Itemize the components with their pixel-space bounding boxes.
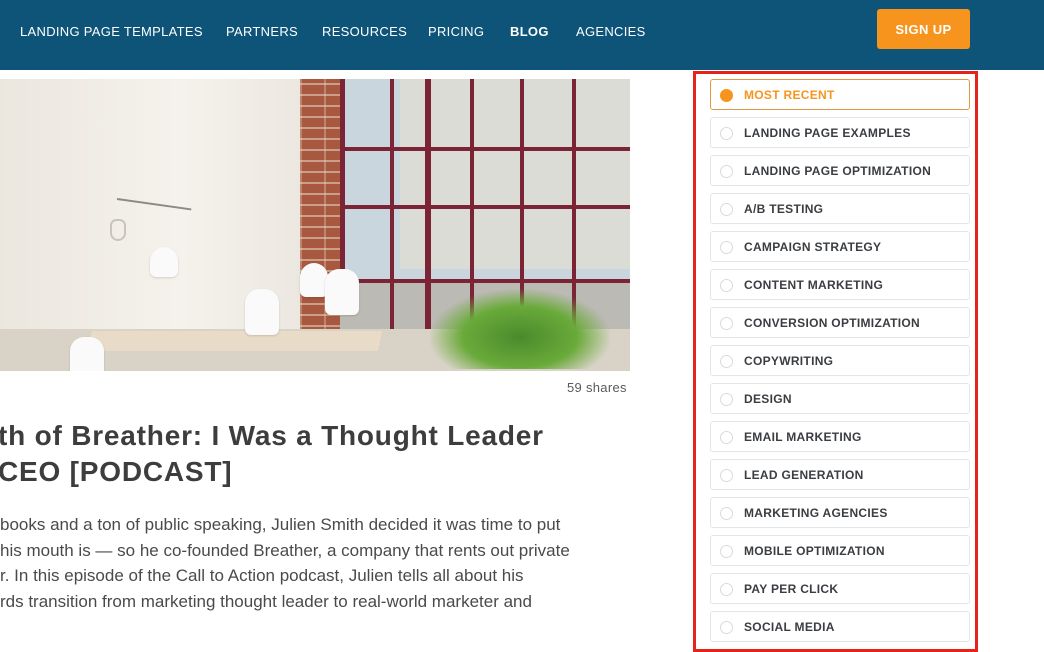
category-campaign-strategy[interactable]: CAMPAIGN STRATEGY [710, 231, 970, 262]
category-label: LEAD GENERATION [744, 468, 864, 482]
excerpt-line: books and a ton of public speaking, Juli… [0, 515, 561, 534]
category-label: A/B TESTING [744, 202, 824, 216]
excerpt-line: rds transition from marketing thought le… [0, 591, 532, 611]
radio-icon [720, 203, 733, 216]
radio-icon [720, 507, 733, 520]
category-most-recent[interactable]: MOST RECENT [710, 79, 970, 110]
category-label: SOCIAL MEDIA [744, 620, 835, 634]
radio-icon [720, 355, 733, 368]
category-design[interactable]: DESIGN [710, 383, 970, 414]
radio-icon [720, 279, 733, 292]
nav-item-agencies[interactable]: AGENCIES [576, 24, 646, 39]
radio-icon [720, 317, 733, 330]
excerpt-line: r. In this episode of the Call to Action… [0, 566, 524, 585]
category-label: MARKETING AGENCIES [744, 506, 888, 520]
article-title[interactable]: th of Breather: I Was a Thought Leader C… [0, 418, 648, 490]
sign-up-button[interactable]: SIGN UP [877, 9, 970, 49]
category-email-marketing[interactable]: EMAIL MARKETING [710, 421, 970, 452]
radio-icon [720, 621, 733, 634]
category-label: CONVERSION OPTIMIZATION [744, 316, 921, 330]
radio-icon [720, 241, 733, 254]
category-label: MOST RECENT [744, 88, 835, 102]
article-title-line: th of Breather: I Was a Thought Leader [0, 420, 544, 451]
radio-icon [720, 545, 733, 558]
article-title-line: CEO [PODCAST] [0, 456, 233, 487]
radio-icon [720, 165, 733, 178]
category-conversion-optimization[interactable]: CONVERSION OPTIMIZATION [710, 307, 970, 338]
article-hero-image[interactable] [0, 79, 630, 371]
radio-icon [720, 431, 733, 444]
category-marketing-agencies[interactable]: MARKETING AGENCIES [710, 497, 970, 528]
category-label: LANDING PAGE OPTIMIZATION [744, 164, 932, 178]
category-content-marketing[interactable]: CONTENT MARKETING [710, 269, 970, 300]
category-copywriting[interactable]: COPYWRITING [710, 345, 970, 376]
nav-item-partners[interactable]: PARTNERS [226, 24, 298, 39]
category-landing-page-optimization[interactable]: LANDING PAGE OPTIMIZATION [710, 155, 970, 186]
category-label: CAMPAIGN STRATEGY [744, 240, 882, 254]
category-landing-page-examples[interactable]: LANDING PAGE EXAMPLES [710, 117, 970, 148]
radio-icon [720, 127, 733, 140]
article-excerpt: books and a ton of public speaking, Juli… [0, 512, 640, 614]
category-social-media[interactable]: SOCIAL MEDIA [710, 611, 970, 642]
category-label: CONTENT MARKETING [744, 278, 884, 292]
category-label: PAY PER CLICK [744, 582, 839, 596]
category-label: COPYWRITING [744, 354, 834, 368]
radio-icon [720, 469, 733, 482]
excerpt-line: his mouth is — so he co-founded Breather… [0, 540, 570, 560]
category-label: LANDING PAGE EXAMPLES [744, 126, 911, 140]
category-lead-generation[interactable]: LEAD GENERATION [710, 459, 970, 490]
top-nav: LANDING PAGE TEMPLATES PARTNERS RESOURCE… [0, 0, 1044, 70]
share-count: 59 shares [567, 380, 627, 395]
radio-icon [720, 393, 733, 406]
category-ab-testing[interactable]: A/B TESTING [710, 193, 970, 224]
nav-item-blog[interactable]: BLOG [510, 24, 549, 39]
nav-item-pricing[interactable]: PRICING [428, 24, 484, 39]
category-label: EMAIL MARKETING [744, 430, 862, 444]
category-label: DESIGN [744, 392, 792, 406]
radio-icon [720, 583, 733, 596]
nav-item-landing-page-templates[interactable]: LANDING PAGE TEMPLATES [20, 24, 203, 39]
category-pay-per-click[interactable]: PAY PER CLICK [710, 573, 970, 604]
nav-item-resources[interactable]: RESOURCES [322, 24, 407, 39]
category-label: MOBILE OPTIMIZATION [744, 544, 885, 558]
category-mobile-optimization[interactable]: MOBILE OPTIMIZATION [710, 535, 970, 566]
radio-selected-icon [720, 89, 733, 102]
